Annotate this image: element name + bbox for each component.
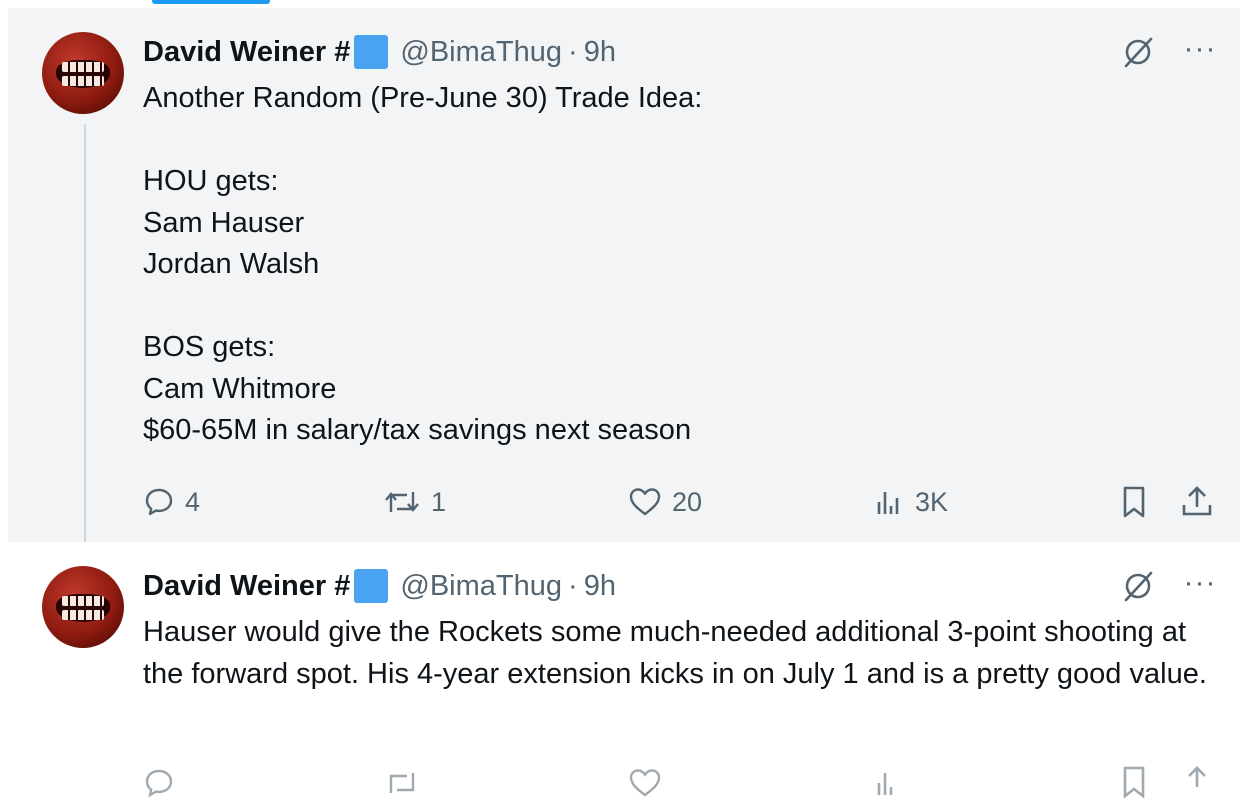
separator-dot: · bbox=[568, 569, 578, 602]
more-icon[interactable]: ··· bbox=[1182, 34, 1218, 68]
reply-button[interactable]: 4 bbox=[143, 480, 200, 524]
reply-icon[interactable] bbox=[143, 767, 175, 799]
tweet-header: David Weiner # @BimaThug · 9h bbox=[143, 566, 616, 606]
tweet[interactable]: David Weiner # @BimaThug · 9h ··· Anothe… bbox=[8, 8, 1240, 562]
repost-count: 1 bbox=[431, 486, 447, 517]
avatar[interactable] bbox=[42, 566, 124, 648]
share-icon[interactable] bbox=[1180, 765, 1214, 799]
reply-count: 4 bbox=[185, 486, 201, 517]
tweet-header: David Weiner # @BimaThug · 9h bbox=[143, 32, 616, 72]
like-count: 20 bbox=[672, 486, 703, 517]
author-name[interactable]: David Weiner # bbox=[143, 570, 350, 603]
tweet[interactable]: David Weiner # @BimaThug · 9h ··· Hauser… bbox=[8, 542, 1240, 799]
active-tab-indicator bbox=[152, 0, 270, 4]
bookmark-icon[interactable] bbox=[1119, 765, 1149, 799]
heart-icon[interactable] bbox=[628, 767, 662, 799]
views-button[interactable]: 3K bbox=[873, 480, 948, 524]
separator-dot: · bbox=[568, 35, 578, 68]
tweet-text: Another Random (Pre-June 30) Trade Idea:… bbox=[143, 82, 703, 446]
views-icon bbox=[877, 492, 899, 514]
tweet-timestamp[interactable]: 9h bbox=[584, 570, 616, 603]
grok-icon[interactable] bbox=[1120, 568, 1156, 604]
thread-connector-line bbox=[84, 124, 86, 562]
like-button[interactable]: 20 bbox=[628, 480, 702, 524]
verified-badge-icon bbox=[354, 569, 389, 603]
tweet-timestamp[interactable]: 9h bbox=[584, 36, 616, 69]
grok-icon[interactable] bbox=[1120, 34, 1156, 70]
author-name[interactable]: David Weiner # bbox=[143, 36, 350, 69]
bookmark-button[interactable] bbox=[1119, 480, 1159, 524]
reply-icon bbox=[145, 488, 173, 516]
tweet-actions: 4 1 20 3K bbox=[143, 480, 1218, 524]
tweet-actions bbox=[143, 761, 1218, 799]
bookmark-icon bbox=[1123, 486, 1145, 518]
share-icon bbox=[1182, 486, 1212, 516]
heart-icon bbox=[629, 488, 661, 516]
verified-badge-icon bbox=[354, 35, 389, 69]
repost-button[interactable]: 1 bbox=[383, 480, 446, 524]
repost-icon[interactable] bbox=[383, 767, 421, 799]
share-button[interactable] bbox=[1180, 480, 1224, 524]
more-icon[interactable]: ··· bbox=[1182, 568, 1218, 602]
views-count: 3K bbox=[915, 486, 949, 517]
author-handle[interactable]: @BimaThug bbox=[400, 570, 562, 603]
tweet-text: Hauser would give the Rockets some much-… bbox=[143, 616, 1207, 690]
repost-icon bbox=[385, 492, 419, 512]
avatar[interactable] bbox=[42, 32, 124, 114]
author-handle[interactable]: @BimaThug bbox=[400, 36, 562, 69]
views-icon[interactable] bbox=[873, 767, 905, 799]
